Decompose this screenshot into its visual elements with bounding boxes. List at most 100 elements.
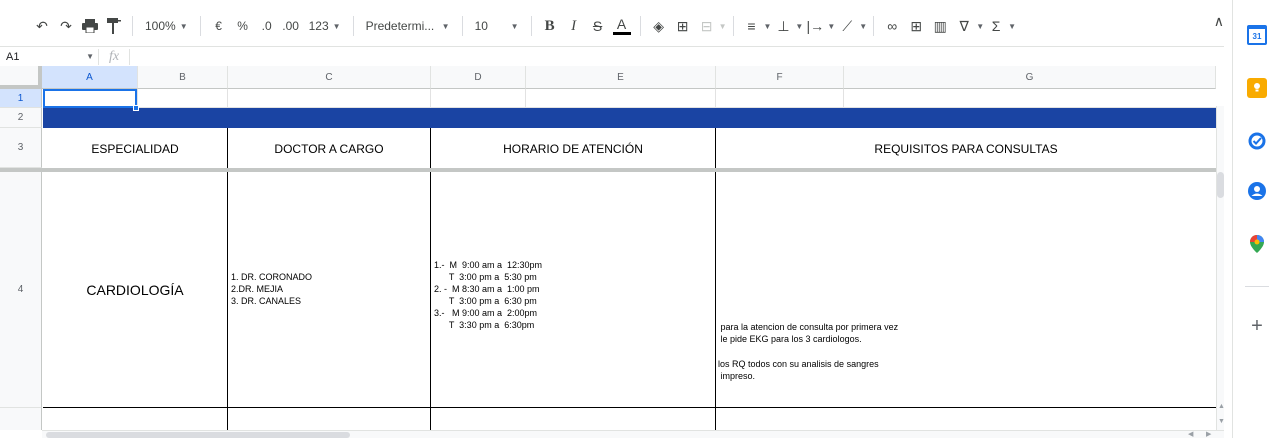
vertical-scrollbar[interactable] [1216, 106, 1224, 430]
row-header[interactable]: 2 [0, 108, 42, 128]
header-band [43, 108, 1216, 128]
zoom-value: 100% [145, 19, 176, 33]
row-header[interactable]: 4 [0, 172, 42, 408]
vertical-scroll-thumb[interactable] [1217, 172, 1224, 198]
toolbar-divider [199, 16, 201, 36]
add-icon[interactable]: + [1247, 315, 1267, 337]
formula-input[interactable] [130, 47, 1224, 67]
chevron-down-icon[interactable]: ▼ [719, 22, 727, 31]
chevron-down-icon: ▼ [441, 21, 450, 31]
bold-button[interactable]: B [538, 13, 562, 39]
cell-horario[interactable]: 1.- M 9:00 am a 12:30pm T 3:00 pm a 5:30… [434, 259, 542, 331]
chevron-down-icon: ▼ [86, 52, 94, 61]
scroll-right-icon[interactable]: ▶ [1206, 430, 1211, 438]
header-requisitos[interactable]: REQUISITOS PARA CONSULTAS [716, 129, 1216, 168]
vertical-align-icon[interactable]: ⊥ [771, 13, 795, 39]
side-panel-divider [1245, 286, 1269, 287]
gridline [430, 89, 431, 108]
insert-chart-icon[interactable]: ▥ [928, 13, 952, 39]
horizontal-scroll-thumb[interactable] [46, 432, 350, 438]
chevron-down-icon[interactable]: ▼ [859, 22, 867, 31]
column-header[interactable]: E [526, 66, 716, 89]
column-header[interactable]: D [431, 66, 526, 89]
chevron-down-icon[interactable]: ▼ [1008, 22, 1016, 31]
cell-doctors[interactable]: 1. DR. CORONADO 2.DR. MEJIA 3. DR. CANAL… [231, 271, 312, 307]
horizontal-align-icon[interactable]: ≡ [740, 13, 764, 39]
name-box[interactable]: A1 ▼ [0, 51, 98, 63]
header-especialidad[interactable]: ESPECIALIDAD [43, 129, 227, 168]
toolbar-divider [732, 16, 734, 36]
text-color-button[interactable]: A [610, 13, 634, 39]
chevron-down-icon[interactable]: ▼ [976, 22, 984, 31]
fill-handle[interactable] [133, 105, 139, 111]
header-doctor[interactable]: DOCTOR A CARGO [228, 129, 430, 168]
filter-icon[interactable]: ∇ [952, 13, 976, 39]
cell-requisitos-1[interactable]: para la atencion de consulta por primera… [718, 321, 899, 345]
cell-especialidad[interactable]: CARDIOLOGÍA [43, 172, 227, 408]
insert-link-icon[interactable]: ∞ [880, 13, 904, 39]
scroll-down-icon[interactable]: ▼ [1218, 418, 1225, 425]
column-header[interactable]: C [228, 66, 431, 89]
selected-cell[interactable] [43, 89, 137, 108]
scroll-left-icon[interactable]: ◀ [1188, 430, 1193, 438]
toolbar-divider [352, 16, 354, 36]
currency-button[interactable]: € [207, 13, 231, 39]
paint-format-icon[interactable] [102, 13, 126, 39]
fill-color-icon[interactable]: ◈ [647, 13, 671, 39]
chevron-down-icon: ▼ [332, 21, 341, 31]
toolbar-divider [530, 16, 532, 36]
percent-button[interactable]: % [231, 13, 255, 39]
toolbar-divider [873, 16, 875, 36]
font-size-value: 10 [474, 19, 488, 33]
merge-cells-icon[interactable]: ⊟ [695, 13, 719, 39]
formula-bar: A1 ▼ fx [0, 46, 1224, 66]
gridline [525, 89, 526, 108]
borders-icon[interactable]: ⊞ [671, 13, 695, 39]
text-wrap-icon[interactable]: |→ [803, 13, 827, 39]
chevron-down-icon[interactable]: ▼ [764, 22, 772, 31]
tasks-icon[interactable] [1247, 131, 1267, 151]
text-color-swatch [612, 32, 631, 35]
strikethrough-button[interactable]: S [586, 13, 610, 39]
chevron-down-icon[interactable]: ▼ [795, 22, 803, 31]
cell-border [227, 128, 228, 430]
column-header[interactable]: F [716, 66, 844, 89]
functions-button[interactable]: Σ [984, 13, 1008, 39]
italic-button[interactable]: I [562, 13, 586, 39]
scroll-up-icon[interactable]: ▲ [1218, 403, 1225, 410]
chevron-up-icon[interactable]: ∧ [1214, 13, 1224, 30]
row-header[interactable] [0, 408, 42, 430]
sheet-grid[interactable]: A B C D E F G 1 2 3 4 ESPECIALIDAD DOCTO… [0, 66, 1216, 430]
cell-requisitos-2[interactable]: los RQ todos con su analisis de sangres … [718, 358, 879, 382]
cell-reference: A1 [6, 50, 20, 63]
increase-decimal-button[interactable]: .00 [279, 13, 303, 39]
maps-icon[interactable] [1247, 234, 1267, 254]
print-icon[interactable] [78, 13, 102, 39]
text-rotation-icon[interactable]: ⟋ [835, 13, 859, 39]
row-header[interactable]: 1 [0, 89, 42, 108]
column-header[interactable]: A [42, 66, 138, 89]
column-header[interactable]: B [138, 66, 228, 89]
redo-icon[interactable]: ↷ [54, 13, 78, 39]
more-formats-select[interactable]: 123 ▼ [303, 13, 347, 39]
font-size-select[interactable]: 10 ▼ [469, 13, 525, 39]
decrease-decimal-button[interactable]: .0 [255, 13, 279, 39]
keep-icon[interactable] [1247, 78, 1267, 98]
undo-icon[interactable]: ↶ [30, 13, 54, 39]
select-all-corner[interactable] [0, 66, 42, 89]
font-family-value: Predetermi... [365, 19, 435, 33]
chevron-down-icon: ▼ [179, 21, 188, 31]
zoom-select[interactable]: 100% ▼ [139, 13, 194, 39]
header-horario[interactable]: HORARIO DE ATENCIÓN [431, 129, 715, 168]
spreadsheet-app: ↶ ↷ 100% ▼ € % .0 .00 123 ▼ Predetermi... ▼… [0, 0, 1280, 438]
row-header[interactable]: 3 [0, 128, 42, 168]
calendar-icon[interactable]: 31 [1247, 25, 1267, 45]
font-family-select[interactable]: Predetermi... ▼ [360, 13, 456, 39]
toolbar-divider [461, 16, 463, 36]
column-header[interactable]: G [844, 66, 1216, 89]
contacts-icon[interactable] [1247, 181, 1267, 201]
chevron-down-icon[interactable]: ▼ [827, 22, 835, 31]
chevron-down-icon: ▼ [510, 21, 519, 31]
insert-comment-icon[interactable]: ⊞ [904, 13, 928, 39]
toolbar: ↶ ↷ 100% ▼ € % .0 .00 123 ▼ Predetermi... ▼… [0, 8, 1232, 44]
